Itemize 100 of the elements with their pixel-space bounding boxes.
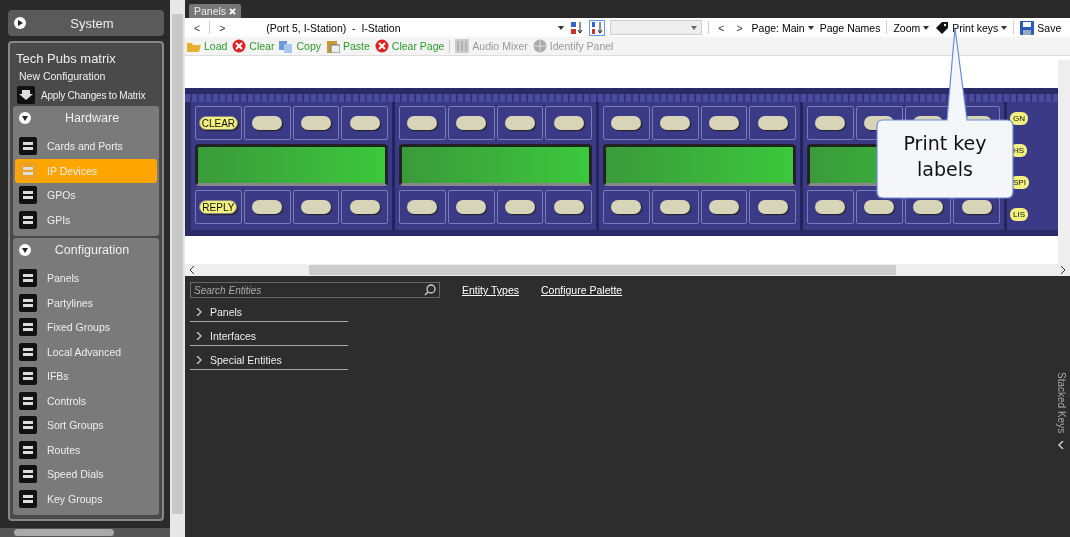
link[interactable]: Entity Types bbox=[462, 284, 519, 296]
panel-key[interactable] bbox=[553, 116, 584, 130]
apply-changes-button[interactable]: Apply Changes to Matrix bbox=[13, 86, 159, 104]
toolbar-button[interactable]: Copy bbox=[279, 39, 321, 53]
panel-key[interactable] bbox=[300, 200, 331, 214]
expand-icon bbox=[19, 112, 31, 124]
panel-key[interactable] bbox=[611, 116, 642, 130]
sidebar-item[interactable]: Cards and Ports bbox=[15, 134, 157, 159]
tile-icon bbox=[19, 137, 37, 156]
panel-key[interactable] bbox=[252, 116, 283, 130]
tile-icon bbox=[19, 269, 37, 288]
sidebar-item[interactable]: Speed Dials bbox=[15, 462, 157, 487]
panel-key[interactable] bbox=[349, 116, 380, 130]
mixer-icon bbox=[455, 39, 470, 53]
tree-item[interactable]: Special Entities bbox=[190, 350, 348, 370]
back-button[interactable]: < bbox=[191, 21, 204, 34]
close-icon[interactable] bbox=[229, 7, 237, 15]
sidebar-item[interactable]: IFBs bbox=[15, 364, 157, 389]
tile-icon bbox=[19, 186, 37, 205]
panel-key[interactable] bbox=[407, 200, 438, 214]
sidebar-item[interactable]: Routes bbox=[15, 437, 157, 462]
link[interactable]: Configure Palette bbox=[541, 284, 623, 296]
next-page-button[interactable]: > bbox=[733, 21, 746, 34]
panel-key[interactable] bbox=[660, 200, 691, 214]
panel-key[interactable]: CLEAR bbox=[198, 116, 239, 130]
sidebar-item[interactable]: Partylines bbox=[15, 290, 157, 315]
caret-icon bbox=[807, 25, 814, 30]
panel-key[interactable] bbox=[815, 116, 846, 130]
caret-icon bbox=[558, 25, 565, 30]
tree-item[interactable]: Interfaces bbox=[190, 326, 348, 346]
chevron-icon[interactable] bbox=[1058, 441, 1064, 450]
panel-key[interactable] bbox=[815, 200, 846, 214]
toolbar-button[interactable]: Clear Page bbox=[374, 39, 445, 53]
dropdown-menu[interactable]: Page: Main bbox=[751, 21, 814, 34]
vertical-scrollbar[interactable] bbox=[170, 0, 185, 537]
configuration-name: New Configuration bbox=[18, 69, 107, 84]
panel-key[interactable] bbox=[300, 116, 331, 130]
tile-icon bbox=[19, 489, 37, 508]
dropdown-menu[interactable]: Zoom bbox=[893, 21, 930, 34]
search-field[interactable]: Search Entities bbox=[190, 282, 440, 298]
panel-key[interactable] bbox=[611, 200, 642, 214]
tile-icon bbox=[19, 318, 37, 337]
panel-key[interactable] bbox=[757, 200, 788, 214]
tile-icon bbox=[19, 391, 37, 410]
expand-icon bbox=[14, 17, 26, 29]
sort-icon[interactable] bbox=[570, 20, 585, 35]
forward-button[interactable]: > bbox=[216, 21, 229, 34]
panel-key[interactable] bbox=[961, 200, 992, 214]
panel-key[interactable] bbox=[407, 116, 438, 130]
panel-key[interactable] bbox=[349, 200, 380, 214]
tile-icon bbox=[19, 416, 37, 435]
section-header[interactable]: Configuration bbox=[15, 240, 157, 260]
matrix-title: Tech Pubs matrix bbox=[15, 50, 117, 68]
sidebar-item[interactable]: Key Groups bbox=[15, 486, 157, 511]
search-icon bbox=[424, 284, 436, 296]
panel-key[interactable] bbox=[456, 116, 487, 130]
panel-key[interactable] bbox=[708, 200, 739, 214]
tooltip-text: Print key labels bbox=[902, 131, 988, 182]
tree-item[interactable]: Panels bbox=[190, 302, 348, 322]
system-header[interactable]: System bbox=[8, 10, 164, 36]
document-tab[interactable]: Panels bbox=[189, 4, 242, 18]
panel-key[interactable] bbox=[757, 116, 788, 130]
panel-key[interactable] bbox=[708, 116, 739, 130]
panel-key[interactable] bbox=[456, 200, 487, 214]
caret-icon bbox=[1001, 25, 1008, 30]
sidebar-item[interactable]: Local Advanced bbox=[15, 339, 157, 364]
sidebar-item[interactable]: Fixed Groups bbox=[15, 315, 157, 340]
toolbar-button[interactable]: Page Names bbox=[819, 21, 881, 34]
panel-key[interactable] bbox=[912, 200, 943, 214]
panel-key[interactable]: GN bbox=[1010, 111, 1028, 125]
panel-key[interactable] bbox=[504, 200, 535, 214]
toolbar-button[interactable]: Save bbox=[1020, 20, 1062, 35]
panel-key[interactable]: LIS bbox=[1010, 207, 1028, 221]
toolbar-button[interactable]: Load bbox=[187, 39, 228, 53]
toolbar-button[interactable]: Clear bbox=[232, 39, 275, 53]
toolbar-button[interactable]: Paste bbox=[325, 39, 370, 53]
tile-icon bbox=[19, 161, 37, 180]
panel-key[interactable] bbox=[864, 200, 895, 214]
dropdown-menu[interactable]: Print keys bbox=[935, 20, 1008, 35]
panel-key[interactable] bbox=[252, 200, 283, 214]
expand-icon bbox=[19, 244, 31, 256]
device-dropdown[interactable]: (Port 5, I-Station) - I-Station bbox=[234, 21, 565, 34]
sidebar-item[interactable]: Sort Groups bbox=[15, 413, 157, 438]
sort-icon[interactable] bbox=[590, 20, 605, 35]
panel-key[interactable] bbox=[504, 116, 535, 130]
panel-key[interactable] bbox=[553, 200, 584, 214]
tile-icon bbox=[19, 342, 37, 361]
sidebar-item[interactable]: Controls bbox=[15, 388, 157, 413]
section-header[interactable]: Hardware bbox=[15, 108, 157, 128]
stacked-keys-tab[interactable]: Stacked Keys bbox=[1055, 372, 1067, 434]
previous-page-button[interactable]: < bbox=[715, 21, 728, 34]
sidebar-item[interactable]: Panels bbox=[15, 266, 157, 291]
sidebar-item[interactable]: GPIs bbox=[15, 207, 157, 232]
sidebar-item[interactable]: GPOs bbox=[15, 183, 157, 208]
panel-key[interactable] bbox=[660, 116, 691, 130]
vertical-scrollbar[interactable] bbox=[1058, 60, 1070, 264]
caret-icon bbox=[691, 25, 698, 30]
tile-icon bbox=[19, 440, 37, 459]
panel-key[interactable]: REPLY bbox=[199, 200, 238, 214]
tile-icon bbox=[19, 210, 37, 229]
